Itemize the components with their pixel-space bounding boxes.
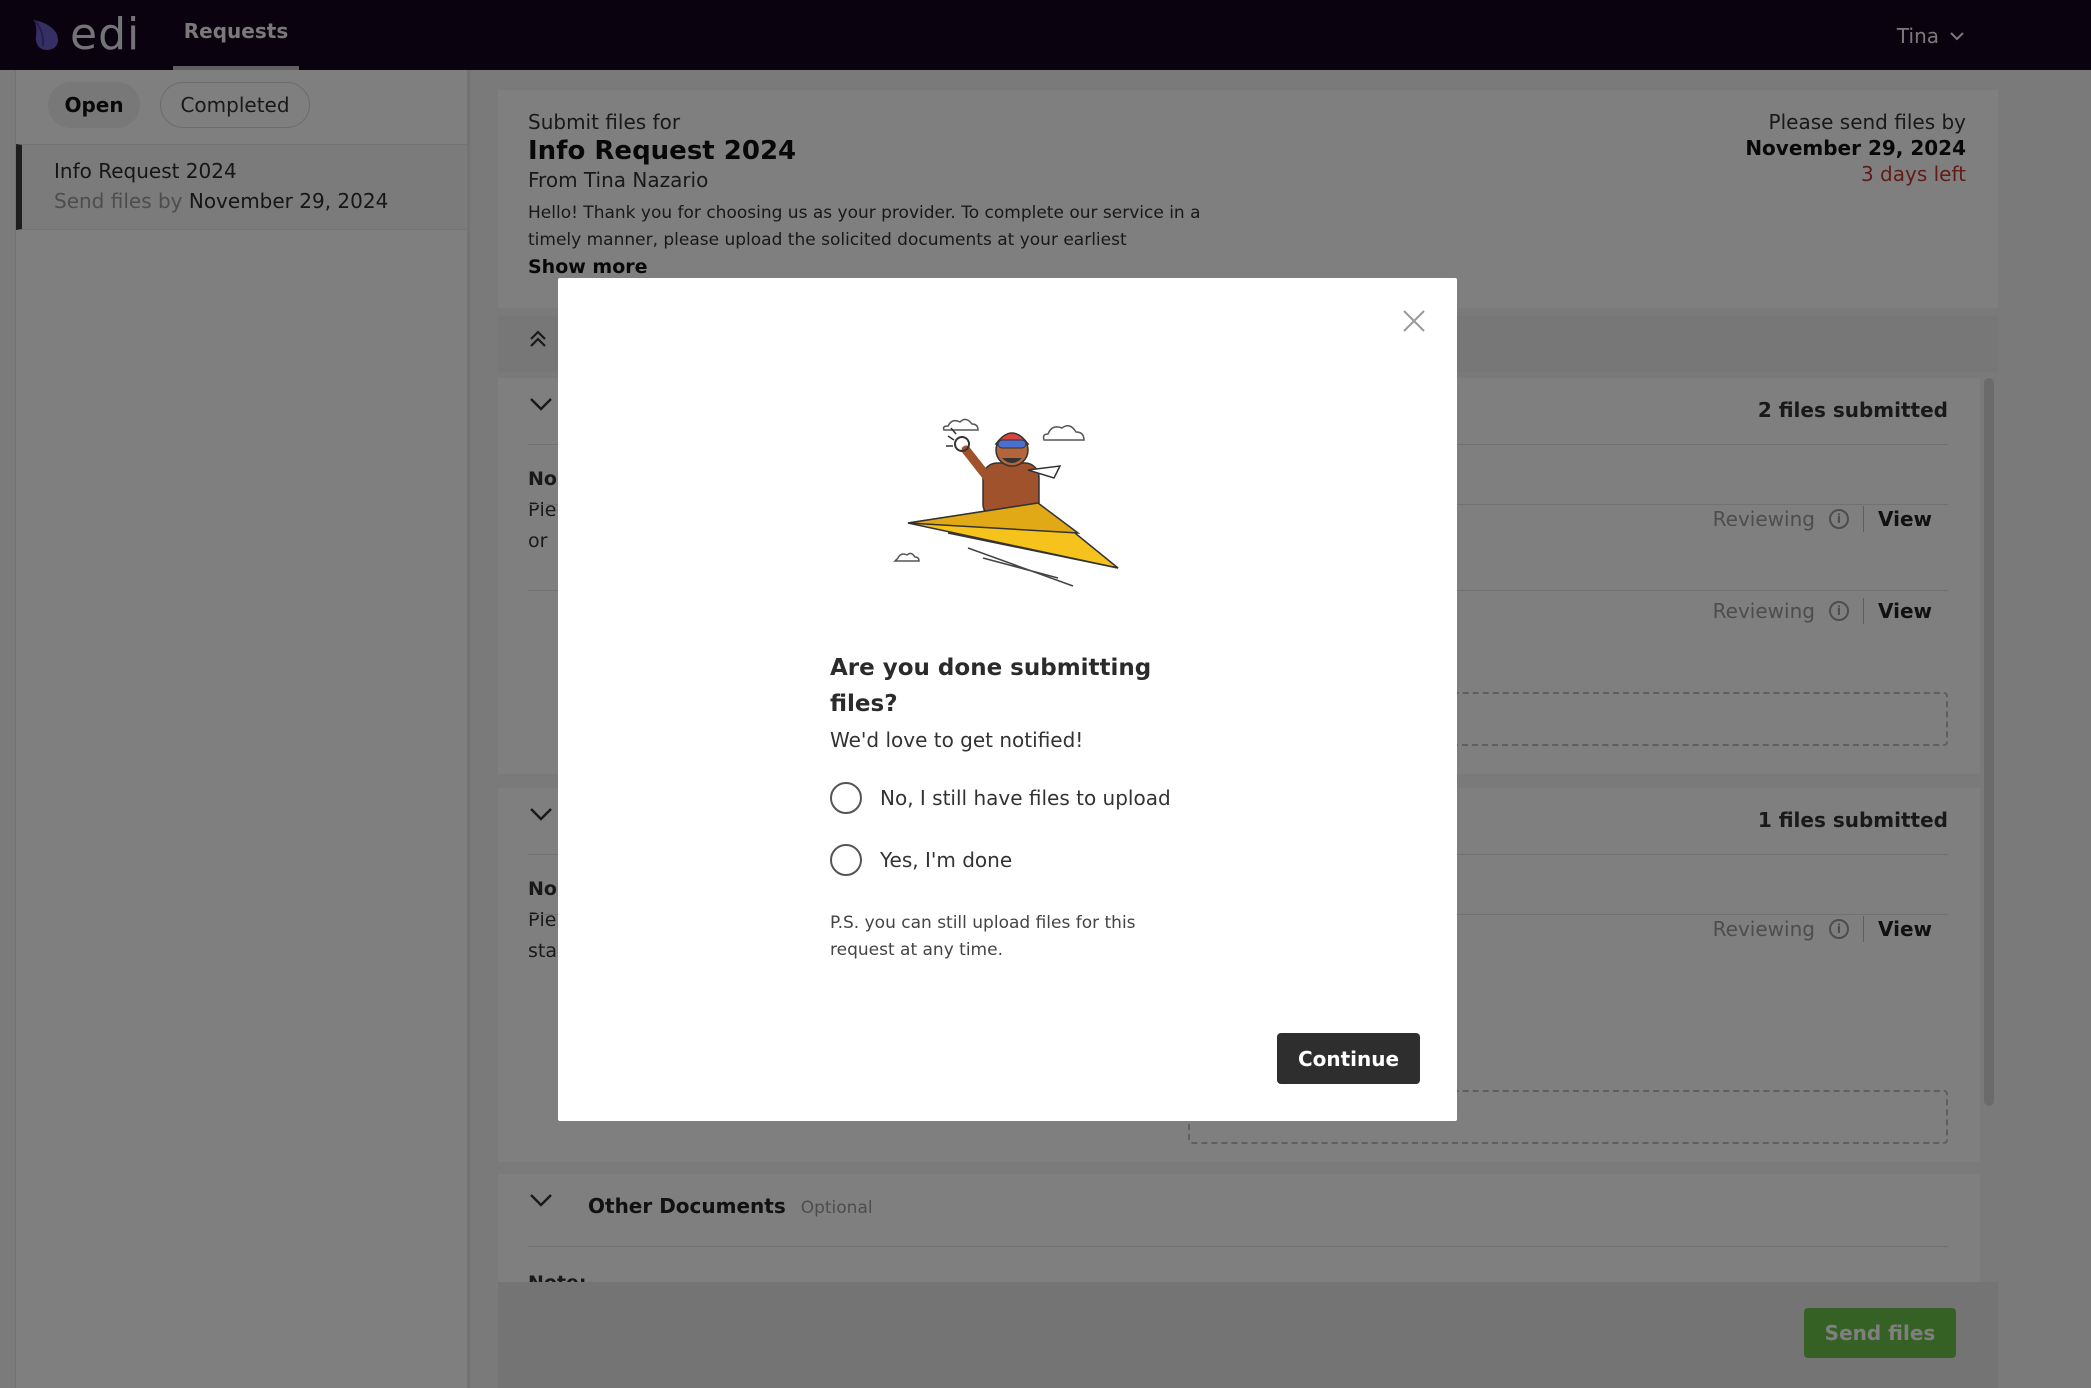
submission-confirm-modal: Are you done submitting files? We'd love… bbox=[558, 278, 1457, 1121]
modal-title: Are you done submitting files? bbox=[830, 655, 1152, 717]
modal-body: Are you done submitting files? We'd love… bbox=[830, 650, 1210, 964]
radio-label: Yes, I'm done bbox=[880, 848, 1013, 872]
radio-button[interactable] bbox=[830, 844, 862, 876]
modal-ps-note: P.S. you can still upload files for this… bbox=[830, 913, 1136, 960]
paper-plane-pilot-illustration bbox=[893, 418, 1119, 587]
modal-subtitle: We'd love to get notified! bbox=[830, 728, 1084, 752]
radio-option-done[interactable]: Yes, I'm done bbox=[830, 840, 1210, 880]
continue-button[interactable]: Continue bbox=[1277, 1033, 1420, 1084]
close-icon[interactable] bbox=[1399, 306, 1429, 336]
radio-button[interactable] bbox=[830, 782, 862, 814]
radio-option-still-uploading[interactable]: No, I still have files to upload bbox=[830, 778, 1210, 818]
radio-label: No, I still have files to upload bbox=[880, 786, 1171, 810]
